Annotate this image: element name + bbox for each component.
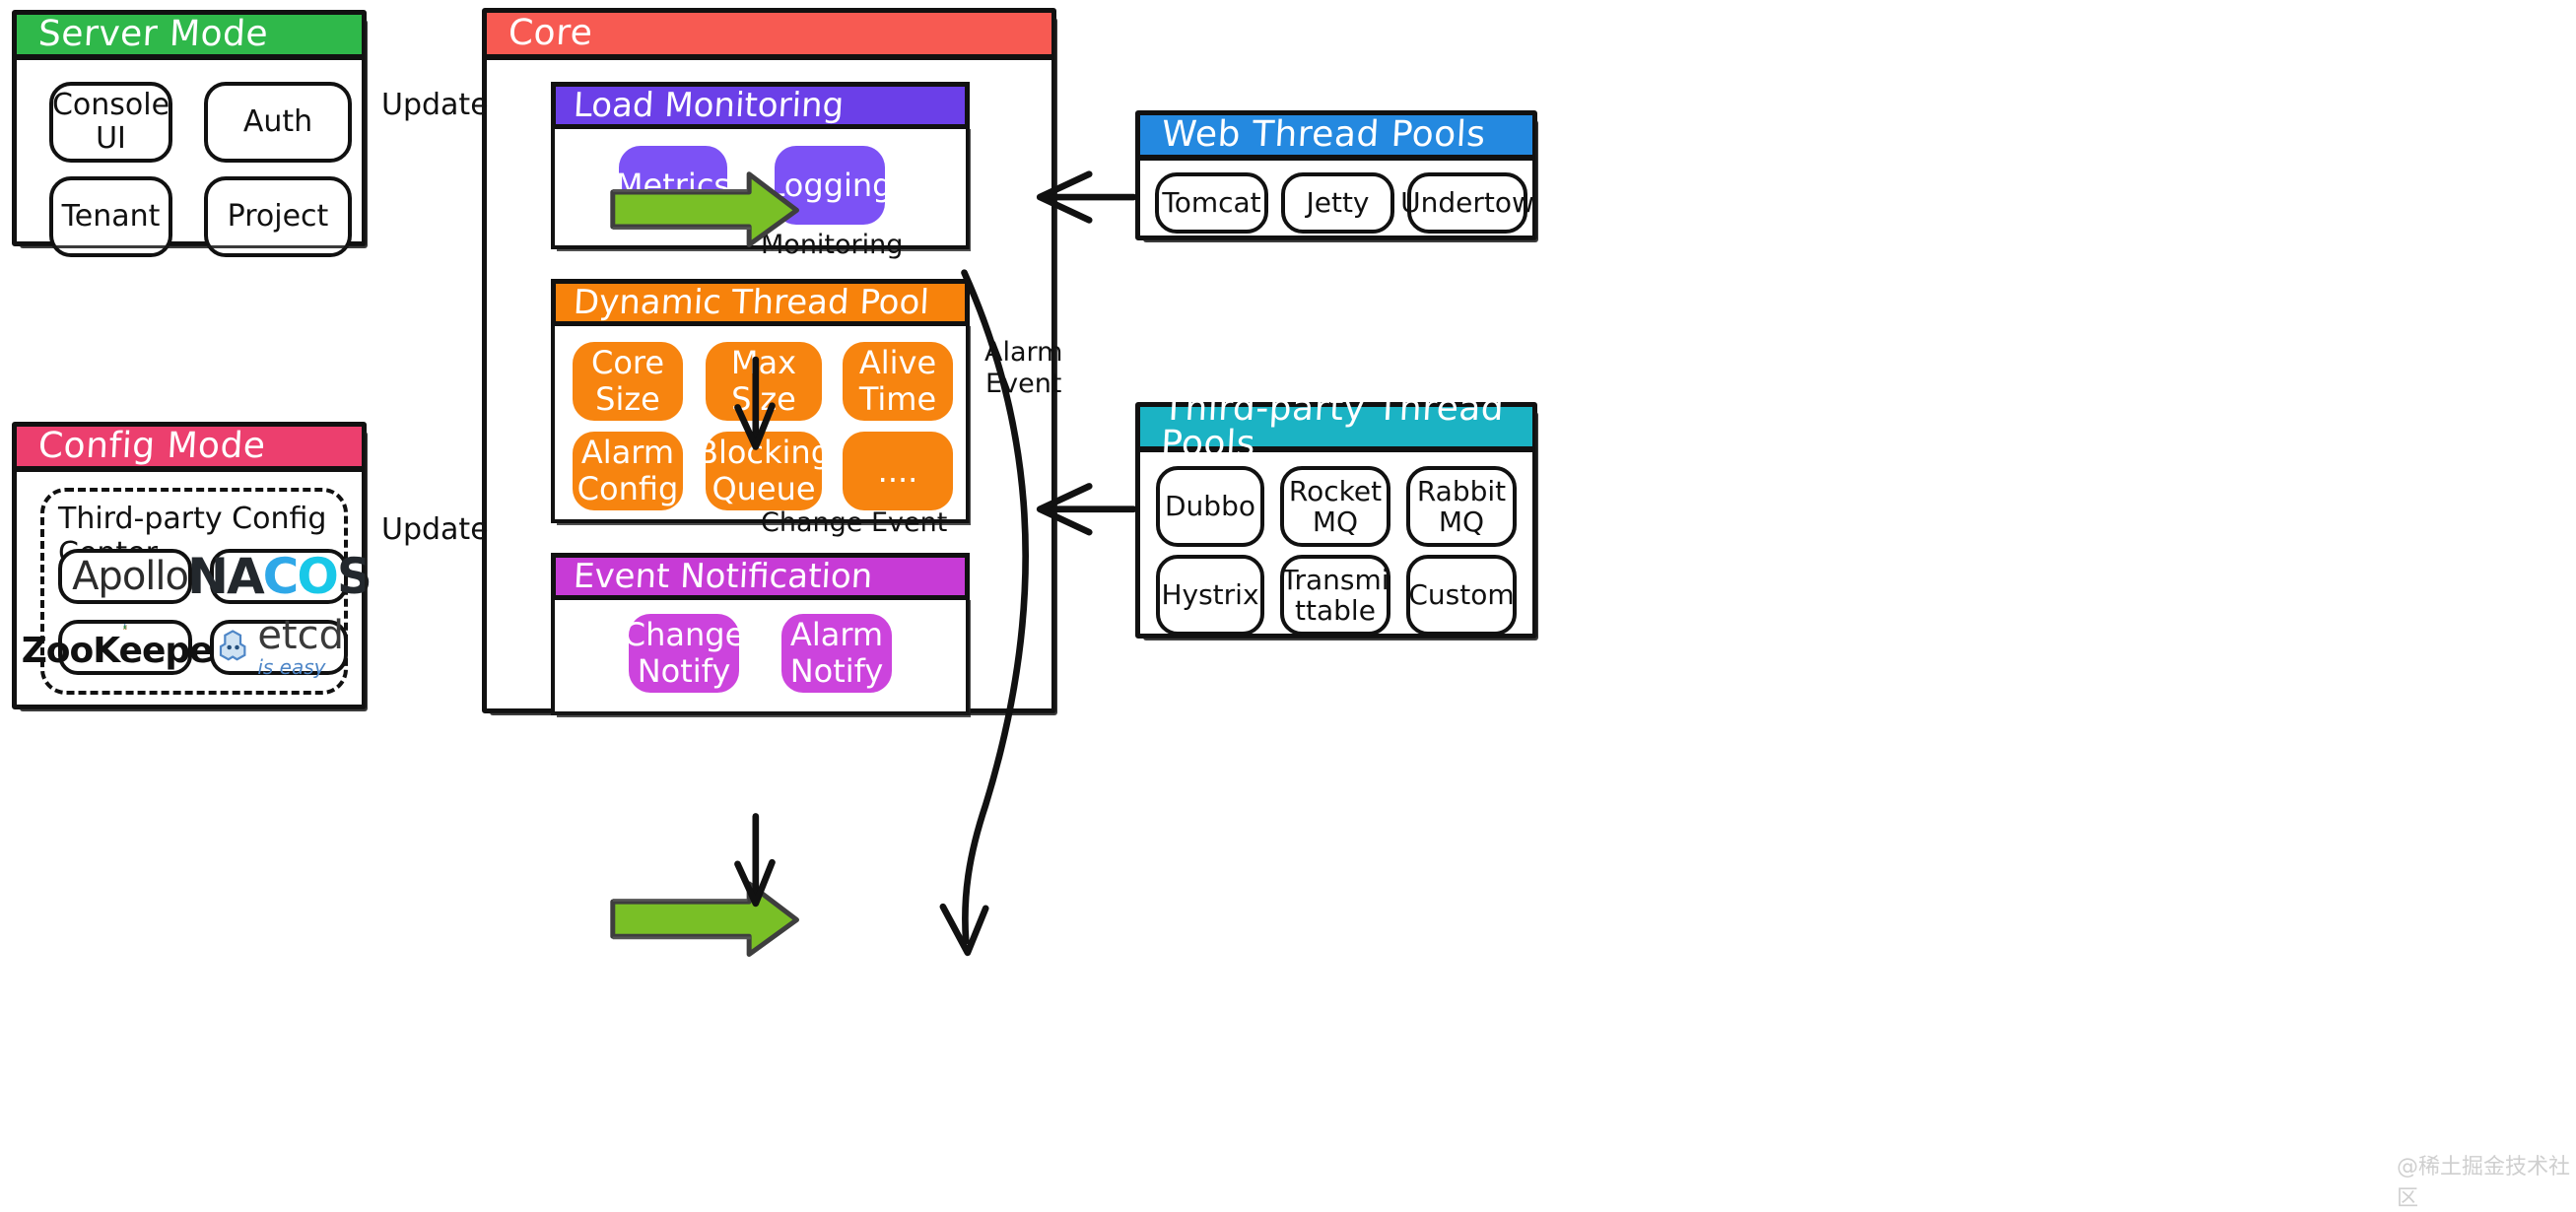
config-mode-body: Third-party Config Center Apollo NACOS: [17, 472, 362, 705]
chip-rocketmq[interactable]: Rocket MQ: [1280, 466, 1390, 547]
chip-project[interactable]: Project: [204, 176, 352, 257]
config-mode-title: Config Mode: [16, 429, 266, 464]
panel-server-mode: Server Mode Console UI Auth Tenant Proje…: [12, 10, 367, 246]
panel-web-thread-pools: Web Thread Pools Tomcat Jetty Undertow: [1135, 110, 1537, 240]
chip-transmittable[interactable]: Transmi ttable: [1280, 555, 1390, 636]
core-header: Core: [487, 13, 1051, 60]
server-mode-body: Console UI Auth Tenant Project: [17, 60, 362, 241]
chip-dubbo[interactable]: Dubbo: [1156, 466, 1264, 547]
arrow-update-bottom: [613, 884, 797, 955]
dynamic-thread-pool-header: Dynamic Thread Pool: [551, 279, 970, 326]
event-notification-body: Change Notify Alarm Notify: [551, 600, 970, 715]
load-monitoring-title: Load Monitoring: [555, 89, 845, 122]
chip-logging[interactable]: Logging: [775, 146, 885, 225]
section-load-monitoring: Load Monitoring Metrics Logging: [551, 82, 970, 249]
etcd-label: etcd: [257, 616, 344, 655]
chip-metrics[interactable]: Metrics: [619, 146, 727, 225]
chip-alarm-notify[interactable]: Alarm Notify: [781, 614, 892, 693]
chip-tenant[interactable]: Tenant: [49, 176, 172, 257]
chip-tomcat[interactable]: Tomcat: [1155, 172, 1268, 234]
third-party-thread-pools-header: Third-party Thread Pools: [1140, 407, 1532, 452]
nacos-label: NACOS: [187, 548, 371, 605]
chip-apollo[interactable]: Apollo: [58, 549, 192, 604]
load-monitoring-header: Load Monitoring: [551, 82, 970, 129]
web-thread-pools-body: Tomcat Jetty Undertow: [1140, 161, 1532, 236]
web-thread-pools-title: Web Thread Pools: [1139, 117, 1486, 153]
chip-blocking-queue[interactable]: Blocking Queue: [706, 432, 822, 510]
chip-custom[interactable]: Custom: [1406, 555, 1517, 636]
dynamic-thread-pool-body: Core Size Max Size Alive Time Alarm Conf…: [551, 326, 970, 523]
section-event-notification: Event Notification Change Notify Alarm N…: [551, 553, 970, 715]
label-update-top: Update: [381, 89, 489, 123]
chip-rabbitmq[interactable]: Rabbit MQ: [1406, 466, 1517, 547]
etcd-text-block: etcd is easy: [257, 616, 344, 679]
chip-change-notify[interactable]: Change Notify: [629, 614, 739, 693]
watermark: @稀土掘金技术社区: [2397, 1149, 2576, 1212]
chip-undertow[interactable]: Undertow: [1407, 172, 1527, 234]
etcd-logo-icon: [214, 627, 251, 668]
chip-core-size[interactable]: Core Size: [573, 342, 683, 421]
server-mode-title: Server Mode: [16, 17, 269, 52]
web-thread-pools-header: Web Thread Pools: [1140, 115, 1532, 161]
chip-alarm-config[interactable]: Alarm Config: [573, 432, 683, 510]
panel-config-mode: Config Mode Third-party Config Center Ap…: [12, 422, 367, 709]
section-dynamic-thread-pool: Dynamic Thread Pool Core Size Max Size A…: [551, 279, 970, 523]
label-update-bottom: Update: [381, 513, 489, 548]
zookeeper-label: ZooKeeper: [22, 631, 230, 671]
chip-etcd[interactable]: etcd is easy: [210, 620, 348, 675]
chip-console-ui[interactable]: Console UI: [49, 82, 172, 163]
etcd-tagline: is easy: [257, 655, 325, 679]
zookeeper-logo-icon: [117, 624, 133, 631]
apollo-label: Apollo: [72, 554, 188, 599]
arrow-change-event: [737, 816, 772, 903]
panel-core: Core Load Monitoring Metrics Logging Dyn…: [482, 8, 1056, 713]
label-change-event: Change Event: [761, 507, 947, 538]
server-mode-header: Server Mode: [17, 15, 362, 60]
label-alarm-event: Alarm Event: [984, 337, 1062, 401]
event-notification-title: Event Notification: [555, 560, 873, 593]
label-monitoring: Monitoring: [761, 230, 903, 260]
event-notification-header: Event Notification: [551, 553, 970, 600]
core-body: Load Monitoring Metrics Logging Dynamic …: [487, 60, 1051, 708]
chip-more[interactable]: ....: [843, 432, 953, 510]
dynamic-thread-pool-title: Dynamic Thread Pool: [555, 286, 930, 319]
chip-auth[interactable]: Auth: [204, 82, 352, 163]
panel-third-party-thread-pools: Third-party Thread Pools Dubbo Rocket MQ…: [1135, 402, 1537, 639]
core-title: Core: [486, 16, 593, 51]
chip-max-size[interactable]: Max Size: [706, 342, 822, 421]
chip-jetty[interactable]: Jetty: [1281, 172, 1394, 234]
chip-alive-time[interactable]: Alive Time: [843, 342, 953, 421]
chip-zookeeper[interactable]: ZooKeeper: [58, 620, 192, 675]
chip-hystrix[interactable]: Hystrix: [1156, 555, 1264, 636]
config-mode-header: Config Mode: [17, 427, 362, 472]
third-party-thread-pools-body: Dubbo Rocket MQ Rabbit MQ Hystrix Transm…: [1140, 452, 1532, 634]
chip-nacos[interactable]: NACOS: [210, 549, 348, 604]
